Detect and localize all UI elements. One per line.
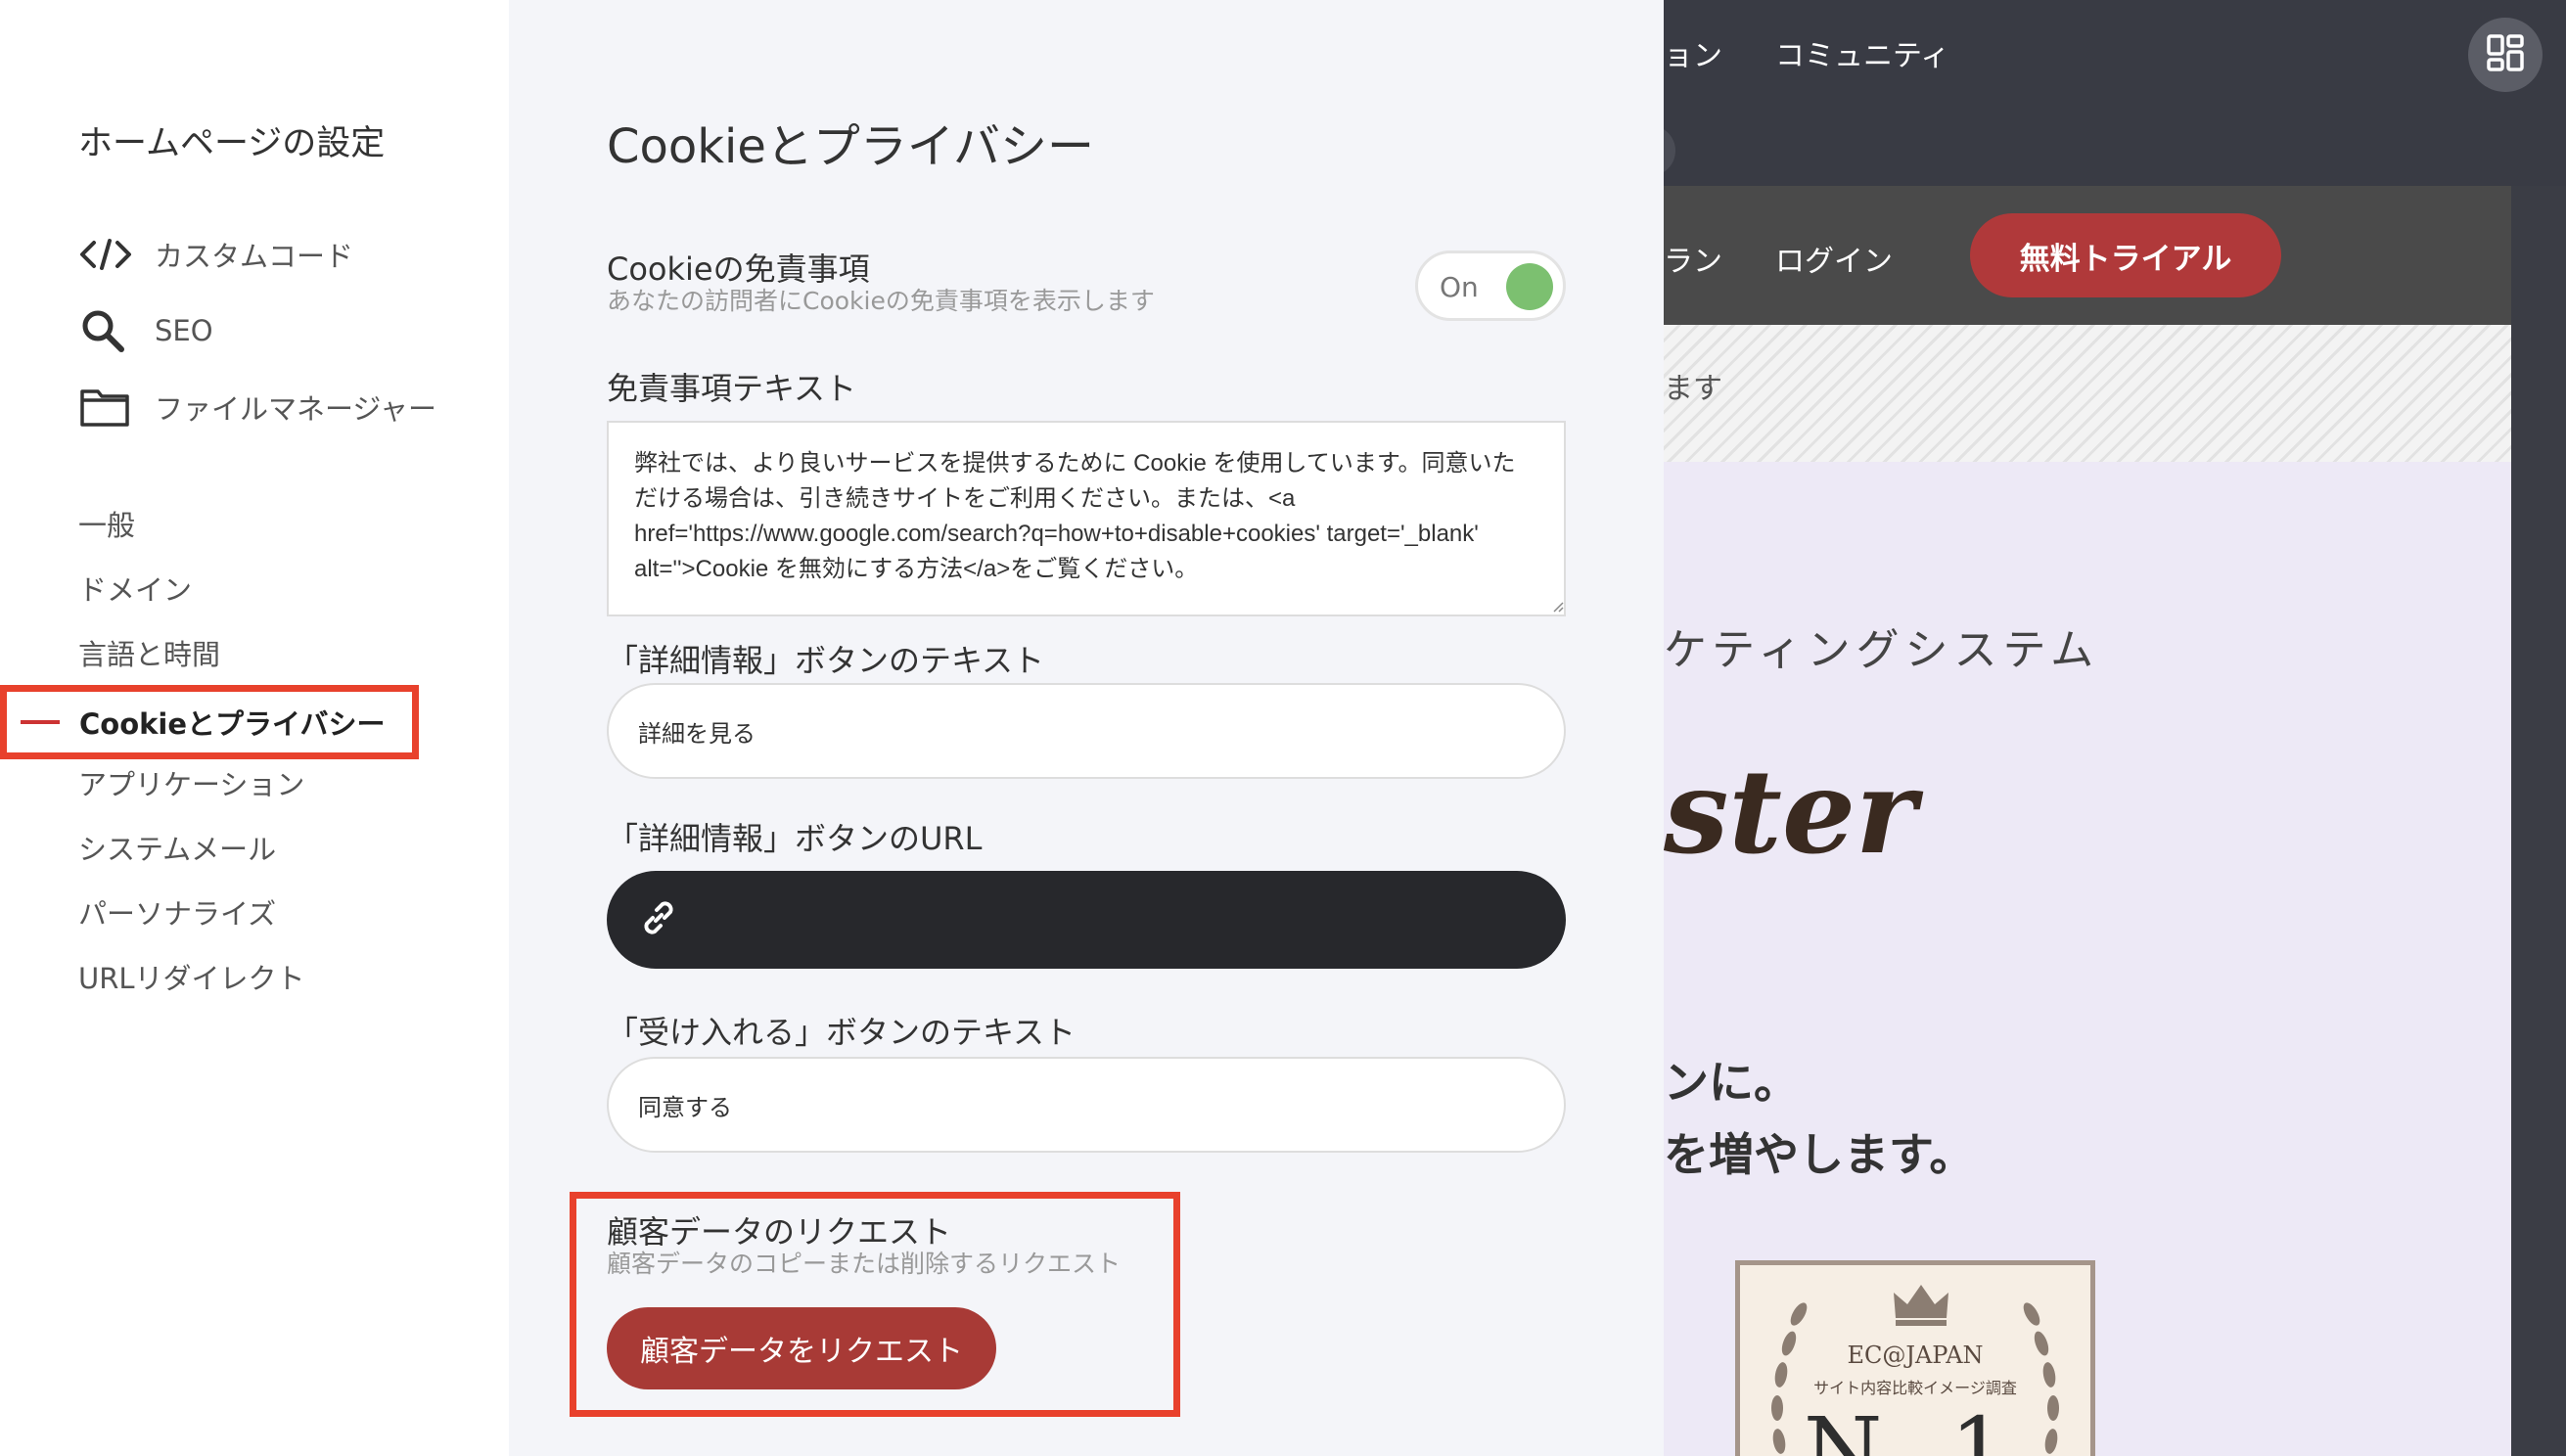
preview-header-login[interactable]: ログイン	[1775, 237, 1893, 280]
preview-site-frame: ラン ログイン 無料トライアル ます ケティングシステム ster ンに。 を増…	[1664, 186, 2511, 1456]
preview-tagline-line: を増やします。	[1664, 1128, 1975, 1181]
badge-subtitle: サイト内容比較イメージ調査	[1813, 1379, 2017, 1397]
sidebar-tool-label: SEO	[155, 314, 213, 347]
input-value: 同意する	[638, 1094, 732, 1121]
preview-nav-item[interactable]: ョン	[1664, 31, 1722, 74]
sidebar-item-url-redirect[interactable]: URLリダイレクト	[78, 957, 305, 1000]
sidebar-item-system-mail[interactable]: システムメール	[78, 828, 276, 871]
disclaimer-text-input[interactable]: 弊社では、より良いサービスを提供するために Cookie を使用しています。同意…	[607, 421, 1566, 616]
preview-notice-text: ます	[1664, 372, 1722, 406]
sidebar-tool-label: カスタムコード	[155, 240, 354, 273]
accept-text-label: 「受け入れる」ボタンのテキスト	[607, 1014, 1077, 1051]
disclaimer-text-label: 免責事項テキスト	[607, 370, 857, 407]
sidebar-item-language-time[interactable]: 言語と時間	[78, 633, 220, 676]
badge-title: EC@JAPAN	[1847, 1342, 1984, 1369]
preview-site-header: ラン ログイン 無料トライアル	[1664, 186, 2511, 325]
preview-logo-text: ster	[1664, 744, 1917, 880]
page-title: Cookieとプライバシー	[607, 119, 1094, 174]
preview-control[interactable]	[1664, 125, 1675, 176]
folder-icon	[78, 383, 135, 432]
sidebar-title: ホームページの設定	[78, 124, 386, 163]
sidebar-item-domain[interactable]: ドメイン	[78, 569, 192, 612]
sidebar-tool-label: ファイルマネージャー	[155, 392, 436, 426]
preview-cookie-notice: ます	[1664, 325, 2511, 462]
sidebar-item-personalize[interactable]: パーソナライズ	[78, 892, 276, 935]
sidebar-item-applications[interactable]: アプリケーション	[78, 763, 304, 806]
customer-data-highlight	[570, 1192, 1180, 1417]
sidebar-tool-custom-code[interactable]: カスタムコード	[78, 225, 353, 284]
toggle-label: On	[1440, 271, 1479, 303]
input-value: 詳細を見る	[638, 720, 756, 748]
link-icon	[636, 895, 681, 944]
more-info-url-label: 「詳細情報」ボタンのURL	[607, 820, 983, 857]
free-trial-button[interactable]: 無料トライアル	[1970, 213, 2281, 297]
sidebar-item-cookie-privacy[interactable]: Cookieとプライバシー	[0, 685, 419, 759]
sidebar-item-label: Cookieとプライバシー	[79, 707, 386, 741]
sidebar-item-general[interactable]: 一般	[78, 504, 135, 547]
accept-text-input[interactable]: 同意する	[607, 1057, 1566, 1153]
toggle-knob	[1506, 263, 1553, 310]
more-info-text-input[interactable]: 詳細を見る	[607, 683, 1566, 779]
preview-award-badge: EC@JAPAN サイト内容比較イメージ調査 N 1	[1735, 1260, 2095, 1456]
preview-headline: ケティングシステム	[1664, 625, 2100, 675]
cookie-disclaimer-description: あなたの訪問者にCookieの免責事項を表示します	[607, 287, 1155, 315]
code-icon	[78, 230, 135, 279]
sidebar-tool-file-manager[interactable]: ファイルマネージャー	[78, 378, 436, 436]
grid-view-button[interactable]	[2468, 18, 2543, 92]
crown-icon	[1894, 1285, 1948, 1326]
cookie-disclaimer-toggle[interactable]: On	[1415, 250, 1566, 321]
preview-nav-community[interactable]: コミュニティ	[1775, 31, 1949, 74]
preview-header-nav-item[interactable]: ラン	[1664, 237, 1722, 280]
badge-rank: N 1	[1803, 1398, 2028, 1456]
grid-icon	[2486, 33, 2525, 76]
resize-handle-icon[interactable]	[1550, 599, 1564, 613]
preview-tagline-line: ンに。	[1664, 1056, 1799, 1109]
active-indicator	[21, 720, 60, 724]
site-preview: ョン コミュニティ ラン ログイン 無料トライアル ます ケティングシステム s…	[1664, 0, 2566, 1456]
search-icon	[78, 306, 135, 355]
preview-scroll-edge	[2511, 186, 2566, 1456]
more-info-text-label: 「詳細情報」ボタンのテキスト	[607, 642, 1045, 679]
sidebar-tool-seo[interactable]: SEO	[78, 301, 213, 360]
settings-sidebar: ホームページの設定 カスタムコード SEO ファイルマネージャー 一般 ドメイン…	[0, 0, 509, 1456]
more-info-url-input[interactable]	[607, 871, 1566, 969]
